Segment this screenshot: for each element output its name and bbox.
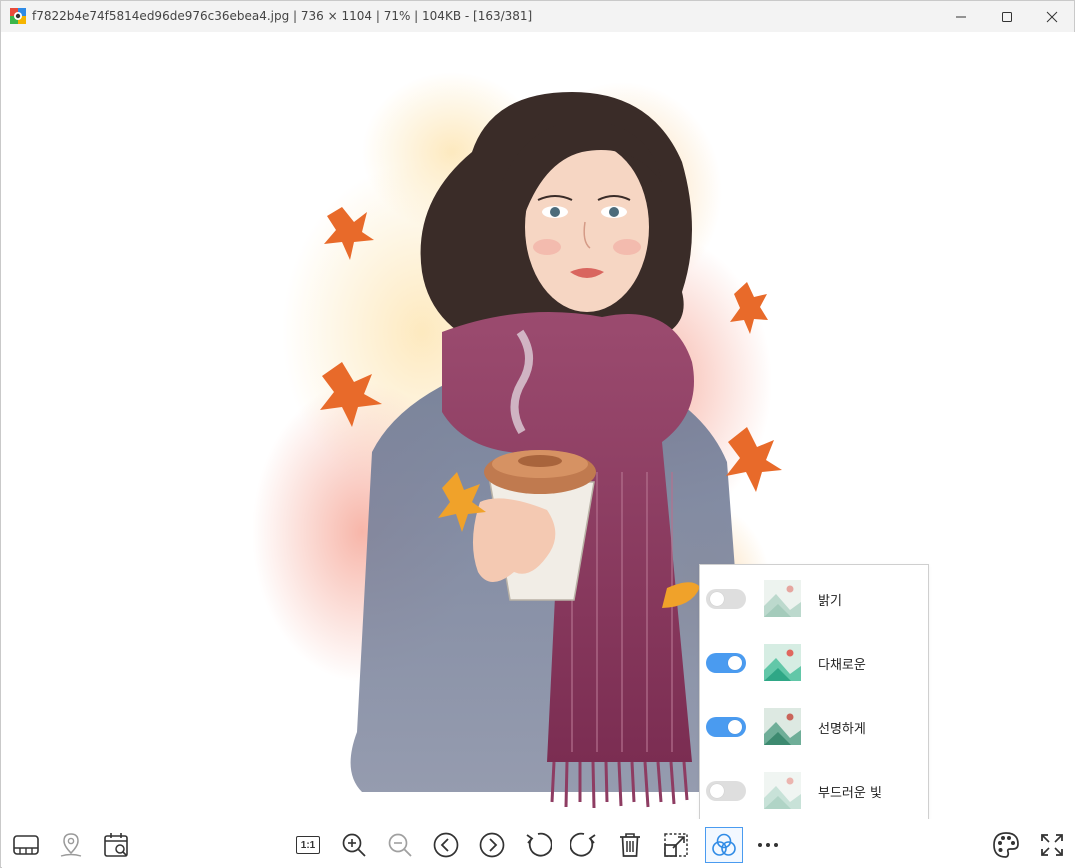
filter-row-vivid[interactable]: 다채로운 <box>700 641 928 681</box>
actual-size-icon: 1:1 <box>296 836 320 854</box>
app-logo-icon <box>10 8 26 24</box>
filter-toggle-soft-light[interactable] <box>706 781 746 801</box>
title-bar[interactable]: f7822b4e74f5814ed96de976c36ebea4.jpg | 7… <box>1 1 1074 32</box>
filter-toggle-sharpen[interactable] <box>706 717 746 737</box>
zoom-in-button[interactable] <box>338 829 370 861</box>
fullscreen-icon <box>1041 834 1063 856</box>
delete-button[interactable] <box>614 829 646 861</box>
filter-row-sharpen[interactable]: 선명하게 <box>700 705 928 745</box>
filter-thumbnail-icon <box>764 644 801 681</box>
filter-thumbnail-icon <box>764 708 801 745</box>
filters-button[interactable] <box>705 827 743 863</box>
next-button[interactable] <box>476 829 508 861</box>
minimize-icon <box>956 16 966 17</box>
previous-icon <box>433 832 459 858</box>
maximize-icon <box>1002 11 1012 22</box>
more-icon <box>758 843 778 847</box>
maximize-button[interactable] <box>984 1 1030 32</box>
toggle-knob <box>710 784 724 798</box>
filter-panel: 밝기 다채로운 선명하게 부드러운 빛 <box>699 564 929 819</box>
calendar-search-icon <box>104 833 128 857</box>
actual-size-button[interactable]: 1:1 <box>292 829 324 861</box>
close-icon <box>1046 11 1058 22</box>
filmstrip-button[interactable] <box>10 829 42 861</box>
filters-icon <box>712 833 736 856</box>
bottom-toolbar: 1:1 <box>2 819 1075 868</box>
fullscreen-button[interactable] <box>1036 829 1068 861</box>
viewer-window: f7822b4e74f5814ed96de976c36ebea4.jpg | 7… <box>0 0 1075 868</box>
filter-toggle-brightness[interactable] <box>706 589 746 609</box>
zoom-out-icon <box>388 833 412 857</box>
palette-button[interactable] <box>990 829 1022 861</box>
filter-label-vivid: 다채로운 <box>818 658 866 673</box>
image-viewport[interactable]: 밝기 다채로운 선명하게 부드러운 빛 <box>2 32 1075 819</box>
rotate-left-icon <box>526 832 552 857</box>
more-button[interactable] <box>752 829 784 861</box>
filter-toggle-vivid[interactable] <box>706 653 746 673</box>
toggle-knob <box>710 592 724 606</box>
resize-button[interactable] <box>660 829 692 861</box>
previous-button[interactable] <box>430 829 462 861</box>
next-icon <box>479 832 505 858</box>
rotate-right-icon <box>570 832 596 857</box>
location-pin-icon <box>60 833 82 857</box>
zoom-out-button[interactable] <box>384 829 416 861</box>
location-button[interactable] <box>55 829 87 861</box>
calendar-search-button[interactable] <box>101 829 133 861</box>
close-button[interactable] <box>1029 1 1075 32</box>
filter-row-brightness[interactable]: 밝기 <box>700 577 928 617</box>
minimize-button[interactable] <box>938 1 984 32</box>
toggle-knob <box>728 656 742 670</box>
toggle-knob <box>728 720 742 734</box>
filmstrip-icon <box>13 835 39 855</box>
filter-thumbnail-icon <box>764 580 801 617</box>
palette-icon <box>993 832 1019 858</box>
filter-thumbnail-icon <box>764 772 801 809</box>
zoom-in-icon <box>342 833 366 857</box>
rotate-left-button[interactable] <box>522 829 554 861</box>
filter-label-soft-light: 부드러운 빛 <box>818 786 882 801</box>
filter-label-sharpen: 선명하게 <box>818 722 866 737</box>
filter-label-brightness: 밝기 <box>818 594 842 609</box>
crop-resize-icon <box>664 833 688 857</box>
filter-row-soft-light[interactable]: 부드러운 빛 <box>700 769 928 809</box>
rotate-right-button[interactable] <box>568 829 600 861</box>
delete-icon <box>620 833 640 857</box>
window-title: f7822b4e74f5814ed96de976c36ebea4.jpg | 7… <box>32 9 533 23</box>
